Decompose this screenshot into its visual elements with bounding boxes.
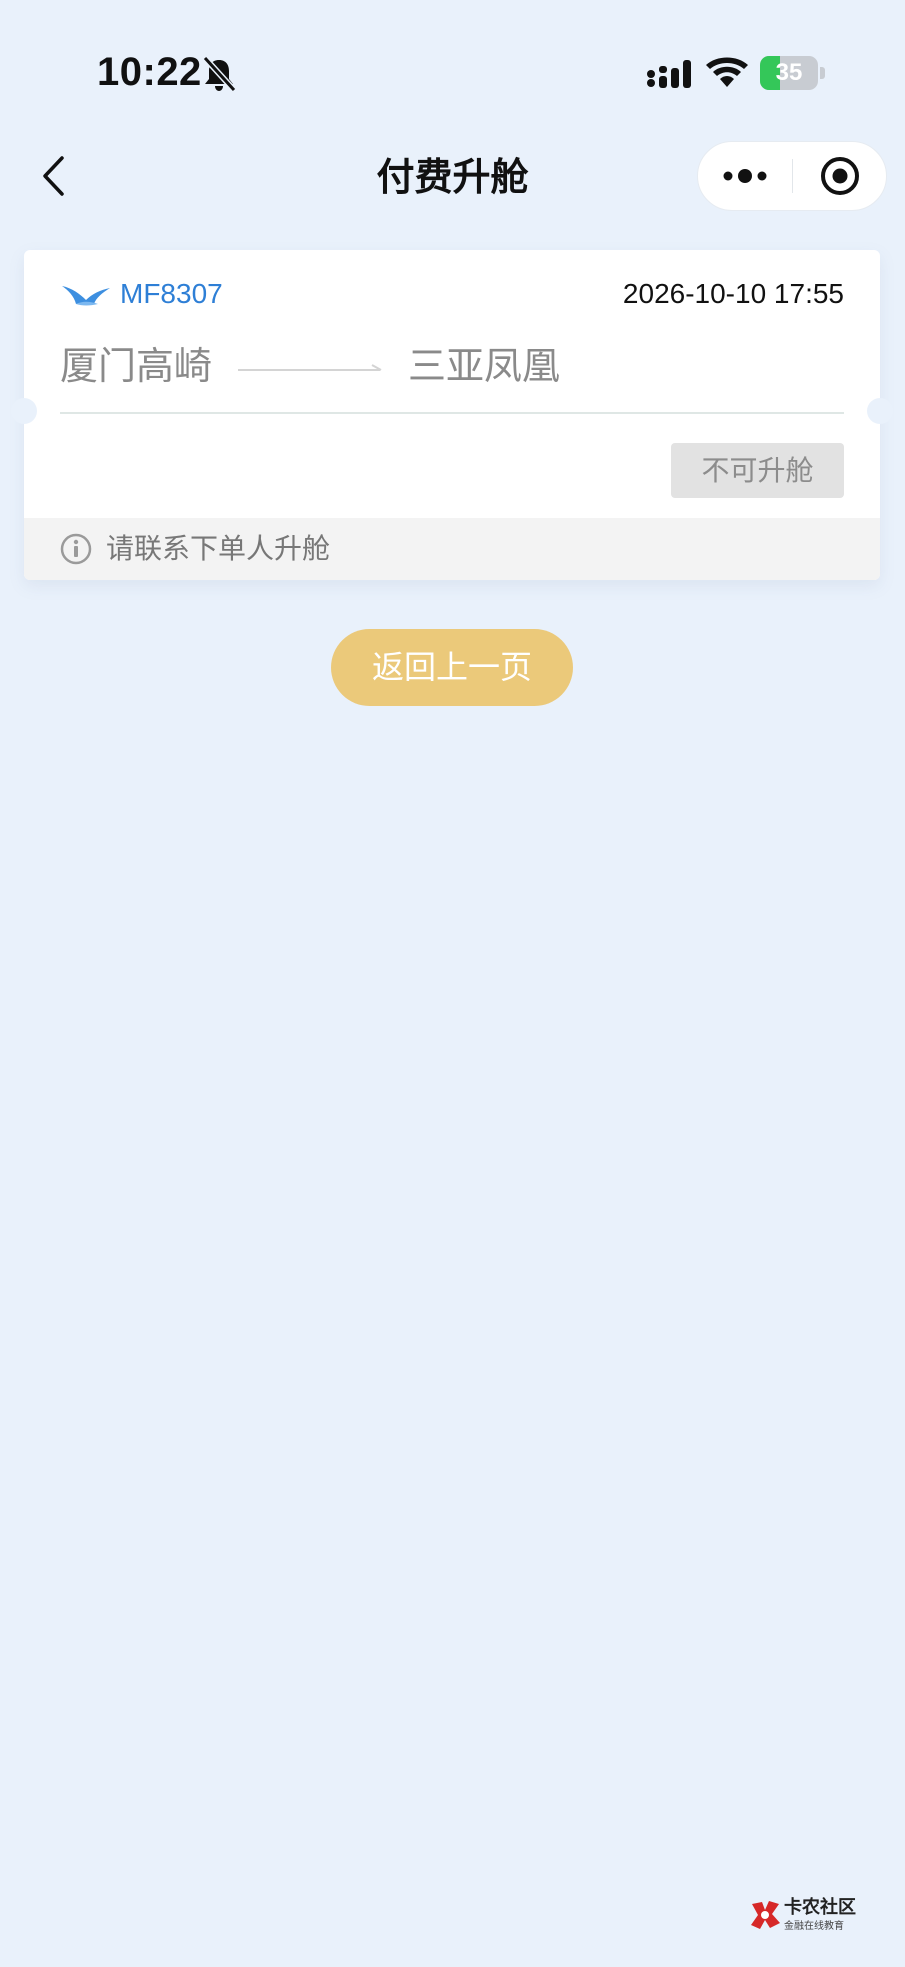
- chevron-left-icon: [43, 156, 64, 196]
- flight-card: MF8307 2026-10-10 17:55 厦门高崎 三亚凤凰 不可升舱 请…: [24, 250, 880, 580]
- cellular-signal-icon: [647, 60, 691, 88]
- back-button[interactable]: [28, 148, 78, 204]
- battery-cap: [820, 67, 825, 79]
- status-bar: 10:22 35: [0, 0, 905, 140]
- info-icon: [60, 533, 92, 565]
- more-dots-icon: [723, 169, 767, 183]
- battery-indicator: 35: [760, 56, 826, 90]
- card-divider: [60, 412, 844, 414]
- flight-number: MF8307: [120, 278, 223, 309]
- more-button[interactable]: [698, 142, 792, 210]
- bell-off-icon: [202, 56, 236, 92]
- kanong-logo-icon: [751, 1901, 780, 1929]
- page-title: 付费升舱: [376, 157, 529, 199]
- watermark-title: 卡农社区: [784, 1897, 856, 1917]
- close-miniprogram-button[interactable]: [793, 142, 887, 210]
- route-arrow-icon: [238, 364, 382, 371]
- battery-body: 35: [760, 56, 818, 90]
- origin-airport: 厦门高崎: [60, 346, 213, 388]
- target-circle-icon: [821, 157, 859, 195]
- flight-datetime: 2026-10-10 17:55: [622, 278, 844, 309]
- card-footer-notice: 请联系下单人升舱: [24, 518, 880, 580]
- miniprogram-capsule: [697, 141, 887, 211]
- watermark-subtitle: 金融在线教育: [784, 1921, 844, 1932]
- airline-logo-icon: [62, 286, 110, 306]
- return-previous-page-button[interactable]: 返回上一页: [331, 629, 573, 706]
- upgrade-notice-text: 请联系下单人升舱: [106, 533, 331, 564]
- passenger-name-mask: [64, 456, 128, 492]
- watermark: 卡农社区 金融在线教育: [748, 1896, 868, 1942]
- no-upgrade-button[interactable]: 不可升舱: [671, 443, 844, 498]
- wifi-icon: [706, 57, 748, 87]
- status-time: 10:22: [97, 50, 202, 94]
- ticket-notch-right: [867, 398, 893, 424]
- destination-airport: 三亚凤凰: [408, 346, 561, 388]
- ticket-notch-left: [11, 398, 37, 424]
- battery-level-text: 35: [775, 59, 803, 86]
